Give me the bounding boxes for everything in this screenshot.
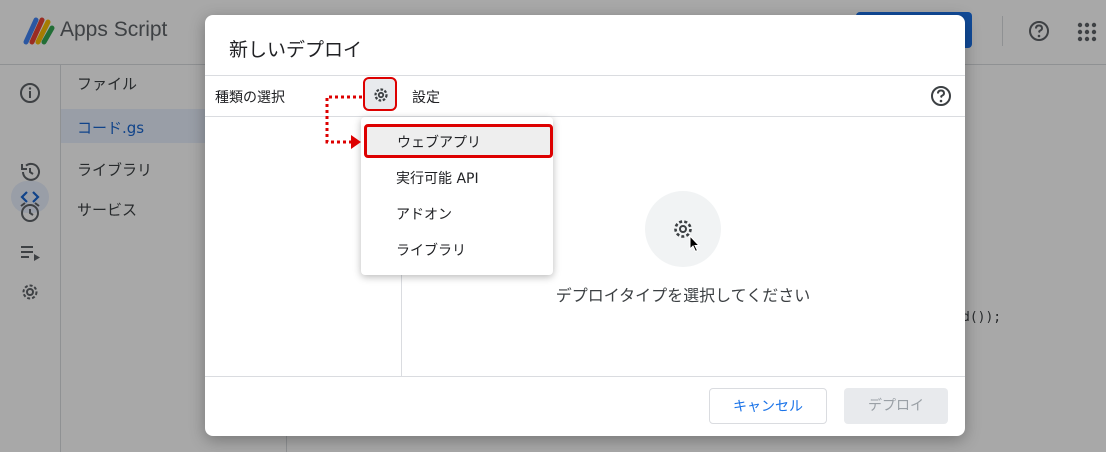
menu-item-library[interactable]: ライブラリ: [361, 232, 553, 266]
cancel-button[interactable]: キャンセル: [709, 388, 827, 424]
help-icon[interactable]: [930, 85, 952, 107]
divider: [205, 116, 965, 117]
deploy-button[interactable]: デプロイ: [844, 388, 948, 424]
menu-item-add-on[interactable]: アドオン: [361, 196, 553, 230]
mouse-cursor-icon: [689, 235, 701, 253]
gear-icon: [374, 88, 388, 102]
empty-state-message: デプロイタイプを選択してください: [555, 286, 811, 305]
type-select-label: 種類の選択: [215, 90, 285, 106]
new-deployment-dialog: 新しいデプロイ 種類の選択 設定 デプロイタイプを選択してください キャンセル …: [205, 15, 965, 436]
placeholder-gear-badge: [645, 191, 721, 267]
dialog-title: 新しいデプロイ: [229, 39, 363, 61]
deployment-type-menu: ウェブアプリ 実行可能 API アドオン ライブラリ: [361, 117, 553, 275]
menu-item-web-app[interactable]: ウェブアプリ: [364, 124, 553, 158]
settings-label: 設定: [412, 90, 440, 106]
divider: [205, 376, 965, 377]
select-type-gear-button[interactable]: [363, 77, 397, 111]
annotation-arrow-icon: [325, 95, 362, 149]
divider: [205, 75, 965, 76]
menu-item-api-executable[interactable]: 実行可能 API: [361, 160, 553, 194]
